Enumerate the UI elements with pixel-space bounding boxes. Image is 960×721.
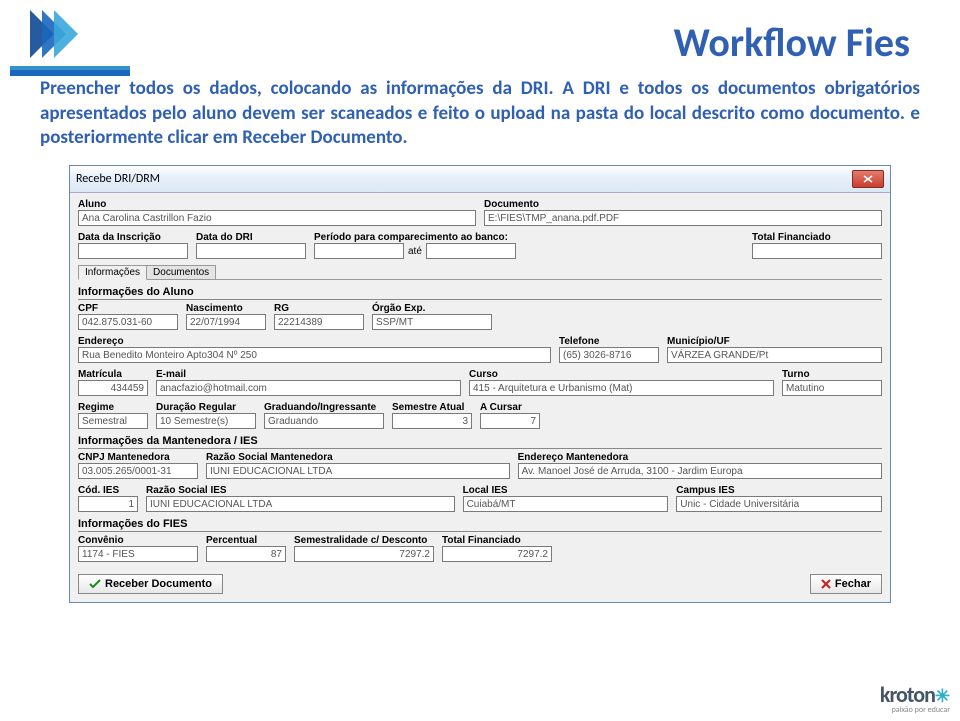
app-window: Recebe DRI/DRM Aluno Ana Carolina Castri…	[69, 165, 891, 603]
total-fin-label: Total Financiado	[442, 535, 552, 546]
rg-input[interactable]: 22214389	[274, 314, 364, 330]
slide-title: Workflow Fies	[40, 18, 920, 67]
graduando-input[interactable]: Graduando	[264, 413, 384, 429]
window-title: Recebe DRI/DRM	[76, 172, 160, 186]
duracao-input[interactable]: 10 Semestre(s)	[156, 413, 256, 429]
curso-label: Curso	[469, 369, 774, 380]
end-mant-label: Endereço Mantenedora	[518, 452, 882, 463]
total-fin-top-label: Total Financiado	[752, 232, 882, 243]
window-titlebar: Recebe DRI/DRM	[70, 166, 890, 193]
local-ies-input[interactable]: Cuiabá/MT	[463, 496, 669, 512]
graduando-label: Graduando/Ingressante	[264, 402, 384, 413]
data-dri-label: Data do DRI	[196, 232, 306, 243]
telefone-input[interactable]: (65) 3026-8716	[559, 347, 659, 363]
percentual-label: Percentual	[206, 535, 286, 546]
x-icon	[821, 579, 831, 589]
data-dri-input[interactable]	[196, 243, 306, 259]
semestre-atual-input[interactable]: 3	[392, 413, 472, 429]
a-cursar-input[interactable]: 7	[480, 413, 540, 429]
municipio-input[interactable]: VÁRZEA GRANDE/Pt	[667, 347, 882, 363]
campus-ies-input[interactable]: Unic - Cidade Universitária	[676, 496, 882, 512]
section-aluno-title: Informações do Aluno	[78, 286, 882, 300]
end-mant-input[interactable]: Av. Manoel José de Arruda, 3100 - Jardim…	[518, 463, 882, 479]
telefone-label: Telefone	[559, 336, 659, 347]
convenio-label: Convênio	[78, 535, 198, 546]
razao-mant-input[interactable]: IUNI EDUCACIONAL LTDA	[206, 463, 510, 479]
periodo-from-input[interactable]	[314, 243, 404, 259]
a-cursar-label: A Cursar	[480, 402, 540, 413]
campus-ies-label: Campus IES	[676, 485, 882, 496]
email-label: E-mail	[156, 369, 461, 380]
razao-mant-label: Razão Social Mantenedora	[206, 452, 510, 463]
curso-input[interactable]: 415 - Arquitetura e Urbanismo (Mat)	[469, 380, 774, 396]
periodo-label: Período para comparecimento ao banco:	[314, 232, 744, 243]
total-fin-top-input[interactable]	[752, 243, 882, 259]
cnpj-label: CNPJ Mantenedora	[78, 452, 198, 463]
email-input[interactable]: anacfazio@hotmail.com	[156, 380, 461, 396]
slide-logo	[0, 0, 130, 84]
cpf-label: CPF	[78, 303, 178, 314]
rg-label: RG	[274, 303, 364, 314]
turno-label: Turno	[782, 369, 882, 380]
periodo-to-input[interactable]	[426, 243, 516, 259]
kroton-mark-icon: ✳	[935, 685, 950, 707]
kroton-logo: kroton✳ paixão por educar	[880, 681, 950, 715]
section-mantenedora-title: Informações da Mantenedora / IES	[78, 435, 882, 449]
nascimento-label: Nascimento	[186, 303, 266, 314]
convenio-input[interactable]: 1174 - FIES	[78, 546, 198, 562]
matricula-input[interactable]: 434459	[78, 380, 148, 396]
duracao-label: Duração Regular	[156, 402, 256, 413]
kroton-name: kroton	[880, 681, 935, 708]
documento-label: Documento	[484, 199, 882, 210]
semestre-atual-label: Semestre Atual	[392, 402, 472, 413]
data-inscricao-label: Data da Inscrição	[78, 232, 188, 243]
razao-ies-label: Razão Social IES	[146, 485, 455, 496]
cnpj-input[interactable]: 03.005.265/0001-31	[78, 463, 198, 479]
razao-ies-input[interactable]: IUNI EDUCACIONAL LTDA	[146, 496, 455, 512]
periodo-sep: até	[408, 246, 422, 257]
nascimento-input[interactable]: 22/07/1994	[186, 314, 266, 330]
aluno-input[interactable]: Ana Carolina Castrillon Fazio	[78, 210, 476, 226]
tab-documentos[interactable]: Documentos	[146, 265, 216, 280]
slide-body-text: Preencher todos os dados, colocando as i…	[40, 77, 920, 151]
orgao-input[interactable]: SSP/MT	[372, 314, 492, 330]
turno-input[interactable]: Matutino	[782, 380, 882, 396]
close-button[interactable]	[852, 170, 884, 188]
endereco-input[interactable]: Rua Benedito Monteiro Apto304 Nº 250	[78, 347, 551, 363]
local-ies-label: Local IES	[463, 485, 669, 496]
municipio-label: Município/UF	[667, 336, 882, 347]
percentual-input[interactable]: 87	[206, 546, 286, 562]
data-inscricao-input[interactable]	[78, 243, 188, 259]
semestralidade-label: Semestralidade c/ Desconto	[294, 535, 434, 546]
fechar-button[interactable]: Fechar	[810, 574, 882, 594]
cpf-input[interactable]: 042.875.031-60	[78, 314, 178, 330]
close-icon	[863, 175, 873, 183]
section-fies-title: Informações do FIES	[78, 518, 882, 532]
check-icon	[89, 579, 101, 589]
receber-label: Receber Documento	[105, 578, 212, 590]
documento-input[interactable]: E:\FIES\TMP_anana.pdf.PDF	[484, 210, 882, 226]
tabs: Informações Documentos	[78, 265, 882, 280]
endereco-label: Endereço	[78, 336, 551, 347]
regime-input[interactable]: Semestral	[78, 413, 148, 429]
matricula-label: Matrícula	[78, 369, 148, 380]
tab-informacoes[interactable]: Informações	[78, 265, 147, 280]
cod-ies-input[interactable]: 1	[78, 496, 138, 512]
cod-ies-label: Cód. IES	[78, 485, 138, 496]
receber-documento-button[interactable]: Receber Documento	[78, 574, 223, 594]
fechar-label: Fechar	[835, 578, 871, 590]
orgao-label: Órgão Exp.	[372, 303, 492, 314]
aluno-label: Aluno	[78, 199, 476, 210]
regime-label: Regime	[78, 402, 148, 413]
total-fin-input[interactable]: 7297.2	[442, 546, 552, 562]
semestralidade-input[interactable]: 7297.2	[294, 546, 434, 562]
